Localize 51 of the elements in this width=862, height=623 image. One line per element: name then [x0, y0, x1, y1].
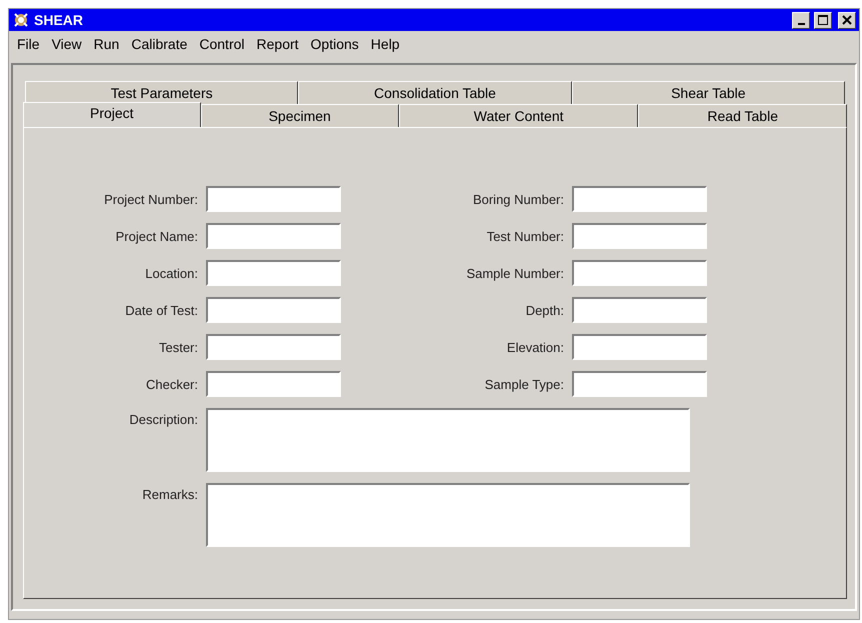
- tab[interactable]: Project: [23, 102, 201, 127]
- tab[interactable]: Specimen: [200, 104, 399, 127]
- window-title: SHEAR: [34, 12, 84, 28]
- input-field[interactable]: [572, 186, 707, 212]
- input-field[interactable]: [206, 297, 341, 323]
- menu-item[interactable]: View: [46, 36, 88, 52]
- close-icon: [842, 15, 852, 25]
- field-label: Location:: [144, 266, 198, 280]
- field-label: Date of Test:: [124, 302, 198, 318]
- minimize-button[interactable]: [792, 12, 810, 28]
- field-label: Tester:: [158, 340, 198, 354]
- input-field[interactable]: [206, 334, 341, 360]
- maximize-button[interactable]: [814, 12, 832, 28]
- tab[interactable]: Water Content: [398, 104, 638, 127]
- menu-item[interactable]: Help: [364, 36, 406, 52]
- input-field[interactable]: [206, 260, 341, 286]
- input-field[interactable]: [206, 371, 341, 397]
- maximize-icon: [818, 15, 828, 25]
- tab[interactable]: Test Parameters: [25, 81, 298, 104]
- field-label: Boring Number:: [472, 192, 564, 206]
- field-label: Checker:: [144, 376, 198, 392]
- input-field[interactable]: [572, 223, 707, 249]
- field-label: Test Number:: [486, 228, 564, 244]
- close-button[interactable]: [838, 12, 856, 28]
- input-field[interactable]: [572, 371, 707, 397]
- input-field[interactable]: [206, 223, 341, 249]
- field-label: Remarks:: [141, 486, 198, 502]
- menu-item[interactable]: Control: [193, 36, 251, 52]
- menu-item[interactable]: Options: [304, 36, 365, 52]
- input-field[interactable]: [572, 297, 707, 323]
- minimize-icon: [798, 22, 804, 24]
- field-label: Project Name:: [114, 228, 198, 244]
- menu-item[interactable]: Run: [88, 36, 126, 52]
- field-label: Project Number:: [103, 192, 198, 206]
- input-field[interactable]: [572, 260, 707, 286]
- field-label: Description:: [128, 411, 198, 427]
- input-field[interactable]: [206, 186, 341, 212]
- field-label: Sample Type:: [484, 376, 564, 392]
- menu-item[interactable]: File: [11, 36, 46, 52]
- menu-item[interactable]: Calibrate: [125, 36, 194, 52]
- field-label: Sample Number:: [465, 266, 564, 280]
- tab[interactable]: Consolidation Table: [298, 81, 572, 104]
- tab[interactable]: Shear Table: [572, 81, 845, 104]
- menu-item[interactable]: Report: [250, 36, 305, 52]
- text-area[interactable]: [206, 408, 690, 472]
- field-label: Elevation:: [506, 340, 564, 354]
- text-area[interactable]: [206, 483, 690, 547]
- field-label: Depth:: [524, 302, 564, 318]
- tab[interactable]: Read Table: [638, 104, 847, 127]
- input-field[interactable]: [572, 334, 707, 360]
- app-icon: [12, 12, 30, 28]
